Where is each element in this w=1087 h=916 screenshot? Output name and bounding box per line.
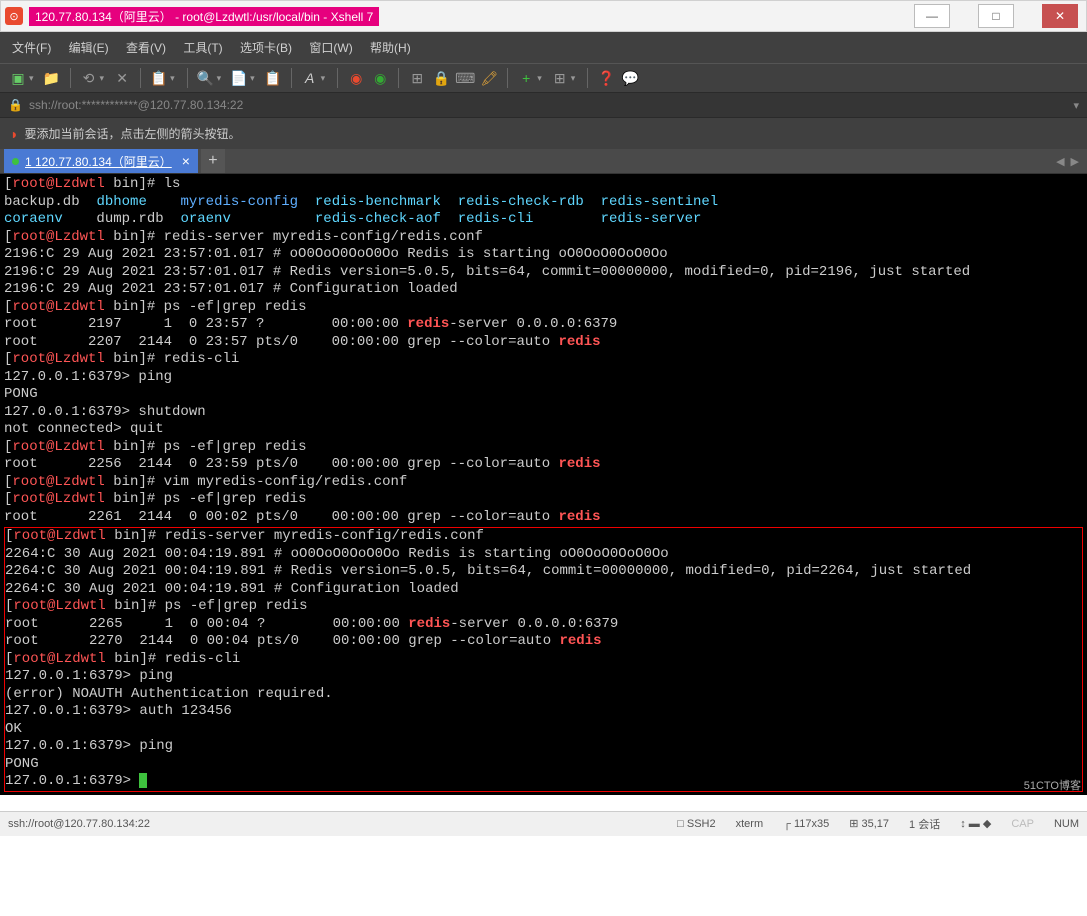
dropdown-icon[interactable]: ▾ <box>170 73 175 84</box>
folder-icon[interactable]: 📁 <box>42 68 62 88</box>
minimize-button[interactable]: — <box>914 4 950 28</box>
url-field[interactable]: ssh://root:************@120.77.80.134:22 <box>29 98 1074 112</box>
dropdown-icon[interactable]: ▾ <box>29 73 34 84</box>
add-tab-button[interactable]: + <box>201 149 225 173</box>
flag-icon[interactable]: ◗ <box>10 126 18 142</box>
tab-label: 1 120.77.80.134（阿里云） <box>25 153 172 170</box>
menu-file[interactable]: 文件(F) <box>12 41 51 55</box>
menu-help[interactable]: 帮助(H) <box>370 41 411 55</box>
status-bar: ssh://root@120.77.80.134:22 □ SSH2 xterm… <box>0 811 1087 836</box>
hint-bar: ◗ 要添加当前会话，点击左侧的箭头按钮。 <box>0 117 1087 149</box>
add-icon[interactable]: + <box>516 68 536 88</box>
properties-icon[interactable]: 📋 <box>149 68 169 88</box>
xshell-icon[interactable]: ◉ <box>346 68 366 88</box>
terminal[interactable]: [root@Lzdwtl bin]# ls backup.db dbhome m… <box>0 173 1087 795</box>
feedback-icon[interactable]: 💬 <box>620 68 640 88</box>
dropdown-icon[interactable]: ▾ <box>537 73 542 84</box>
hint-text: 要添加当前会话，点击左侧的箭头按钮。 <box>24 125 240 142</box>
tab-row: 1 120.77.80.134（阿里云） × + ◀ ▶ <box>0 149 1087 173</box>
session-tab[interactable]: 1 120.77.80.134（阿里云） × <box>4 149 198 173</box>
menubar: 文件(F) 编辑(E) 查看(V) 工具(T) 选项卡(B) 窗口(W) 帮助(… <box>0 32 1087 63</box>
status-indicators: ↕ ▬ ◆ <box>960 817 991 830</box>
dropdown-icon[interactable]: ▾ <box>250 73 255 84</box>
dropdown-icon[interactable]: ▾ <box>217 73 222 84</box>
menu-edit[interactable]: 编辑(E) <box>69 41 109 55</box>
chevron-down-icon[interactable]: ▾ <box>1073 99 1079 112</box>
dropdown-icon[interactable]: ▾ <box>100 73 105 84</box>
status-size: ┌ 117x35 <box>783 818 829 830</box>
close-tab-icon[interactable]: × <box>182 153 190 169</box>
dropdown-icon[interactable]: ▾ <box>571 73 576 84</box>
keyboard-icon[interactable]: ⌨ <box>455 68 475 88</box>
search-icon[interactable]: 🔍 <box>196 68 216 88</box>
window-title: 120.77.80.134（阿里云） - root@Lzdwtl:/usr/lo… <box>29 7 379 26</box>
reconnect-icon[interactable]: ⟲ <box>79 68 99 88</box>
lock-icon: 🔒 <box>8 98 23 112</box>
close-button[interactable]: ✕ <box>1042 4 1078 28</box>
menu-tabs[interactable]: 选项卡(B) <box>240 41 292 55</box>
titlebar: ⊙ 120.77.80.134（阿里云） - root@Lzdwtl:/usr/… <box>0 0 1087 32</box>
status-dot-icon <box>12 158 19 165</box>
maximize-button[interactable]: □ <box>978 4 1014 28</box>
menu-view[interactable]: 查看(V) <box>126 41 166 55</box>
copy-icon[interactable]: 📄 <box>229 68 249 88</box>
menu-window[interactable]: 窗口(W) <box>309 41 352 55</box>
highlight-icon[interactable]: 🖍 <box>479 68 499 88</box>
status-path: ssh://root@120.77.80.134:22 <box>8 818 150 830</box>
highlighted-region: [root@Lzdwtl bin]# redis-server myredis-… <box>4 527 1083 792</box>
lock-icon[interactable]: 🔒 <box>431 68 451 88</box>
new-session-icon[interactable]: ▣ <box>8 68 28 88</box>
tab-next-icon[interactable]: ▶ <box>1071 155 1079 168</box>
font-icon[interactable]: A <box>300 68 320 88</box>
status-protocol: □ SSH2 <box>677 818 715 830</box>
help-icon[interactable]: ❓ <box>596 68 616 88</box>
dropdown-icon[interactable]: ▾ <box>321 73 326 84</box>
grid-icon[interactable]: ⊞ <box>550 68 570 88</box>
xftp-icon[interactable]: ◉ <box>370 68 390 88</box>
menu-tools[interactable]: 工具(T) <box>183 41 222 55</box>
status-term: xterm <box>736 818 764 830</box>
watermark: 51CTO博客 <box>0 777 1081 793</box>
tab-prev-icon[interactable]: ◀ <box>1056 155 1064 168</box>
tunnel-icon[interactable]: ⊞ <box>407 68 427 88</box>
status-cursor: ⊞ 35,17 <box>849 817 889 830</box>
status-sessions: 1 会话 <box>909 816 940 832</box>
disconnect-icon[interactable]: ✕ <box>112 68 132 88</box>
paste-icon[interactable]: 📋 <box>263 68 283 88</box>
app-logo-icon: ⊙ <box>5 7 23 25</box>
status-num: NUM <box>1054 818 1079 830</box>
toolbar: ▣▾ 📁 ⟲▾ ✕ 📋▾ 🔍▾ 📄▾ 📋 A▾ ◉ ◉ ⊞ 🔒 ⌨ 🖍 +▾ ⊞… <box>0 63 1087 92</box>
status-cap: CAP <box>1011 818 1034 830</box>
address-bar: 🔒 ssh://root:************@120.77.80.134:… <box>0 92 1087 117</box>
